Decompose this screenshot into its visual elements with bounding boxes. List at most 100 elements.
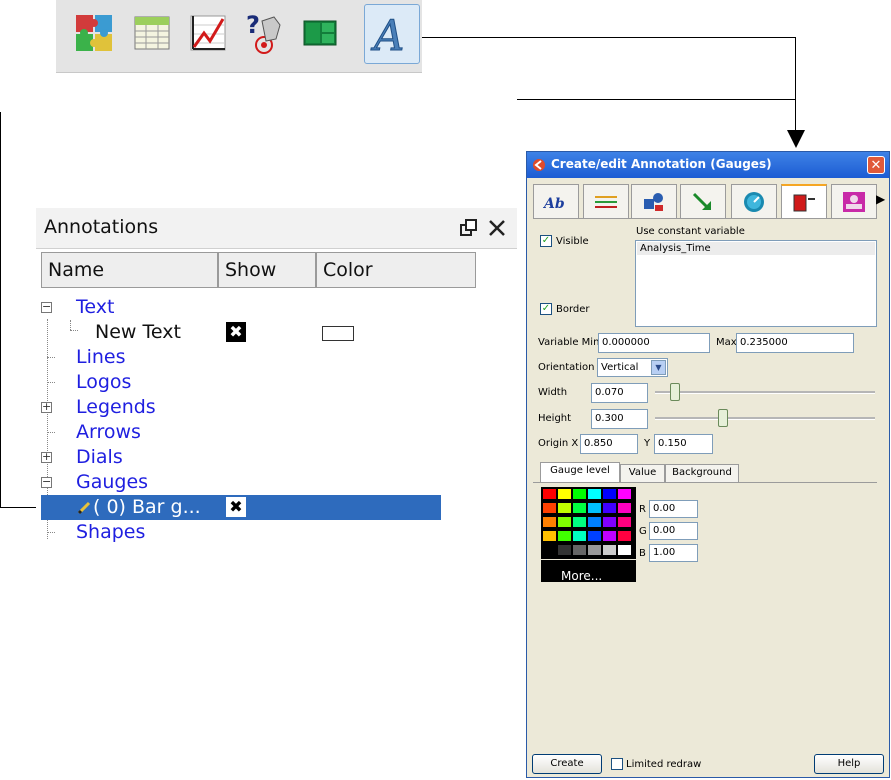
color-swatch[interactable] (573, 489, 586, 499)
g-input[interactable]: 0.00 (649, 522, 698, 540)
color-swatch[interactable] (573, 503, 586, 513)
subtab-value[interactable]: Value (620, 464, 665, 482)
color-swatch[interactable] (558, 489, 571, 499)
limited-redraw-label: Limited redraw (626, 759, 702, 770)
column-show-header[interactable]: Show (218, 252, 316, 288)
collapse-icon[interactable]: − (41, 301, 52, 313)
color-swatch[interactable] (618, 489, 631, 499)
color-swatch[interactable] (543, 531, 556, 541)
close-button[interactable]: ✕ (867, 156, 885, 174)
tree-node-text[interactable]: − Text (36, 295, 517, 320)
tab-text-icon[interactable]: Ab (533, 184, 579, 218)
color-swatch[interactable] (558, 531, 571, 541)
color-swatch[interactable] (543, 517, 556, 527)
color-swatch[interactable] (588, 517, 601, 527)
color-swatch[interactable] (618, 517, 631, 527)
layout-icon[interactable] (296, 6, 344, 60)
column-name-header[interactable]: Name (41, 252, 218, 288)
query-icon[interactable]: ? (240, 6, 288, 60)
float-panel-icon[interactable] (460, 219, 478, 237)
color-swatch[interactable] (543, 545, 556, 555)
color-swatch[interactable] (543, 489, 556, 499)
chevron-down-icon[interactable]: ▼ (651, 360, 666, 375)
tree-node-arrows[interactable]: Arrows (36, 420, 517, 445)
color-swatch[interactable] (543, 503, 556, 513)
expand-icon[interactable]: + (41, 401, 52, 413)
color-swatch[interactable] (573, 545, 586, 555)
tab-gauges-icon[interactable] (781, 184, 827, 218)
tree-node-new-text[interactable]: New Text ✖ (36, 320, 517, 345)
orientation-select[interactable]: Vertical ▼ (597, 358, 668, 377)
close-panel-icon[interactable] (488, 219, 506, 237)
create-button[interactable]: Create (532, 754, 602, 774)
tree-node-dials[interactable]: + Dials (36, 445, 517, 470)
spreadsheet-icon[interactable] (128, 6, 176, 60)
width-label: Width (538, 387, 568, 398)
color-swatch[interactable] (558, 545, 571, 555)
tree-node-shapes[interactable]: Shapes (36, 520, 517, 545)
color-swatch[interactable] (588, 531, 601, 541)
collapse-icon[interactable]: − (41, 476, 52, 488)
b-input[interactable]: 1.00 (649, 544, 698, 562)
color-swatch[interactable] (573, 517, 586, 527)
border-checkbox[interactable]: ✓ (540, 303, 552, 315)
height-slider-thumb[interactable] (718, 409, 728, 427)
expand-icon[interactable]: + (41, 451, 52, 463)
annotation-dialog: Create/edit Annotation (Gauges) ✕ Ab ▶ ✓… (526, 151, 890, 778)
tab-logos-icon[interactable] (631, 184, 677, 218)
visible-checkbox[interactable]: ✓ (540, 235, 552, 247)
color-swatch[interactable] (603, 489, 616, 499)
subtab-gauge-level[interactable]: Gauge level (540, 462, 620, 482)
column-color-header[interactable]: Color (316, 252, 476, 288)
tab-images-icon[interactable] (831, 184, 877, 218)
show-checkbox[interactable]: ✖ (226, 322, 246, 342)
color-swatch[interactable] (603, 531, 616, 541)
color-swatch[interactable] (618, 503, 631, 513)
color-swatch[interactable] (558, 503, 571, 513)
more-colors-button[interactable]: More... (541, 560, 636, 583)
color-swatch[interactable] (618, 545, 631, 555)
subtab-background[interactable]: Background (665, 464, 739, 482)
tree-node-legends[interactable]: + Legends (36, 395, 517, 420)
color-swatch[interactable] (603, 517, 616, 527)
color-swatch[interactable] (603, 545, 616, 555)
variable-list[interactable]: Analysis_Time (635, 240, 877, 327)
tree-node-lines[interactable]: Lines (36, 345, 517, 370)
b-label: B (639, 548, 646, 559)
connector-line (422, 37, 795, 38)
tree-node-logos[interactable]: Logos (36, 370, 517, 395)
width-input[interactable]: 0.070 (591, 383, 648, 403)
annotations-panel-titlebar: Annotations (36, 208, 517, 249)
annotation-icon[interactable]: A (364, 4, 420, 64)
height-input[interactable]: 0.300 (591, 409, 648, 429)
tab-arrows-icon[interactable] (680, 184, 726, 218)
r-input[interactable]: 0.00 (649, 500, 698, 518)
color-palette[interactable] (541, 487, 636, 559)
color-swatch[interactable] (322, 326, 354, 341)
color-swatch[interactable] (588, 489, 601, 499)
y-input[interactable]: 0.150 (654, 434, 713, 454)
color-swatch[interactable] (558, 517, 571, 527)
variable-min-input[interactable]: 0.000000 (598, 333, 710, 353)
tab-dials-icon[interactable] (731, 184, 777, 218)
tabs-scroll-right-icon[interactable]: ▶ (876, 192, 885, 206)
chart-icon[interactable] (184, 6, 232, 60)
color-swatch[interactable] (573, 531, 586, 541)
max-input[interactable]: 0.235000 (736, 333, 854, 353)
tab-lines-icon[interactable] (583, 184, 629, 218)
color-swatch[interactable] (618, 531, 631, 541)
color-swatch[interactable] (588, 503, 601, 513)
origin-x-input[interactable]: 0.850 (580, 434, 638, 454)
height-slider-track[interactable] (655, 417, 875, 420)
tree-node-bar-gauge[interactable]: ( 0) Bar g... ✖ (41, 495, 441, 520)
plugins-icon[interactable] (70, 6, 118, 60)
width-slider-thumb[interactable] (670, 383, 680, 401)
variable-list-item[interactable]: Analysis_Time (637, 242, 875, 255)
tree-node-gauges[interactable]: − Gauges (36, 470, 517, 495)
color-swatch[interactable] (588, 545, 601, 555)
limited-redraw-checkbox[interactable] (611, 758, 623, 770)
width-slider-track[interactable] (655, 391, 875, 394)
help-button[interactable]: Help (814, 754, 884, 774)
color-swatch[interactable] (603, 503, 616, 513)
show-checkbox[interactable]: ✖ (226, 497, 246, 517)
